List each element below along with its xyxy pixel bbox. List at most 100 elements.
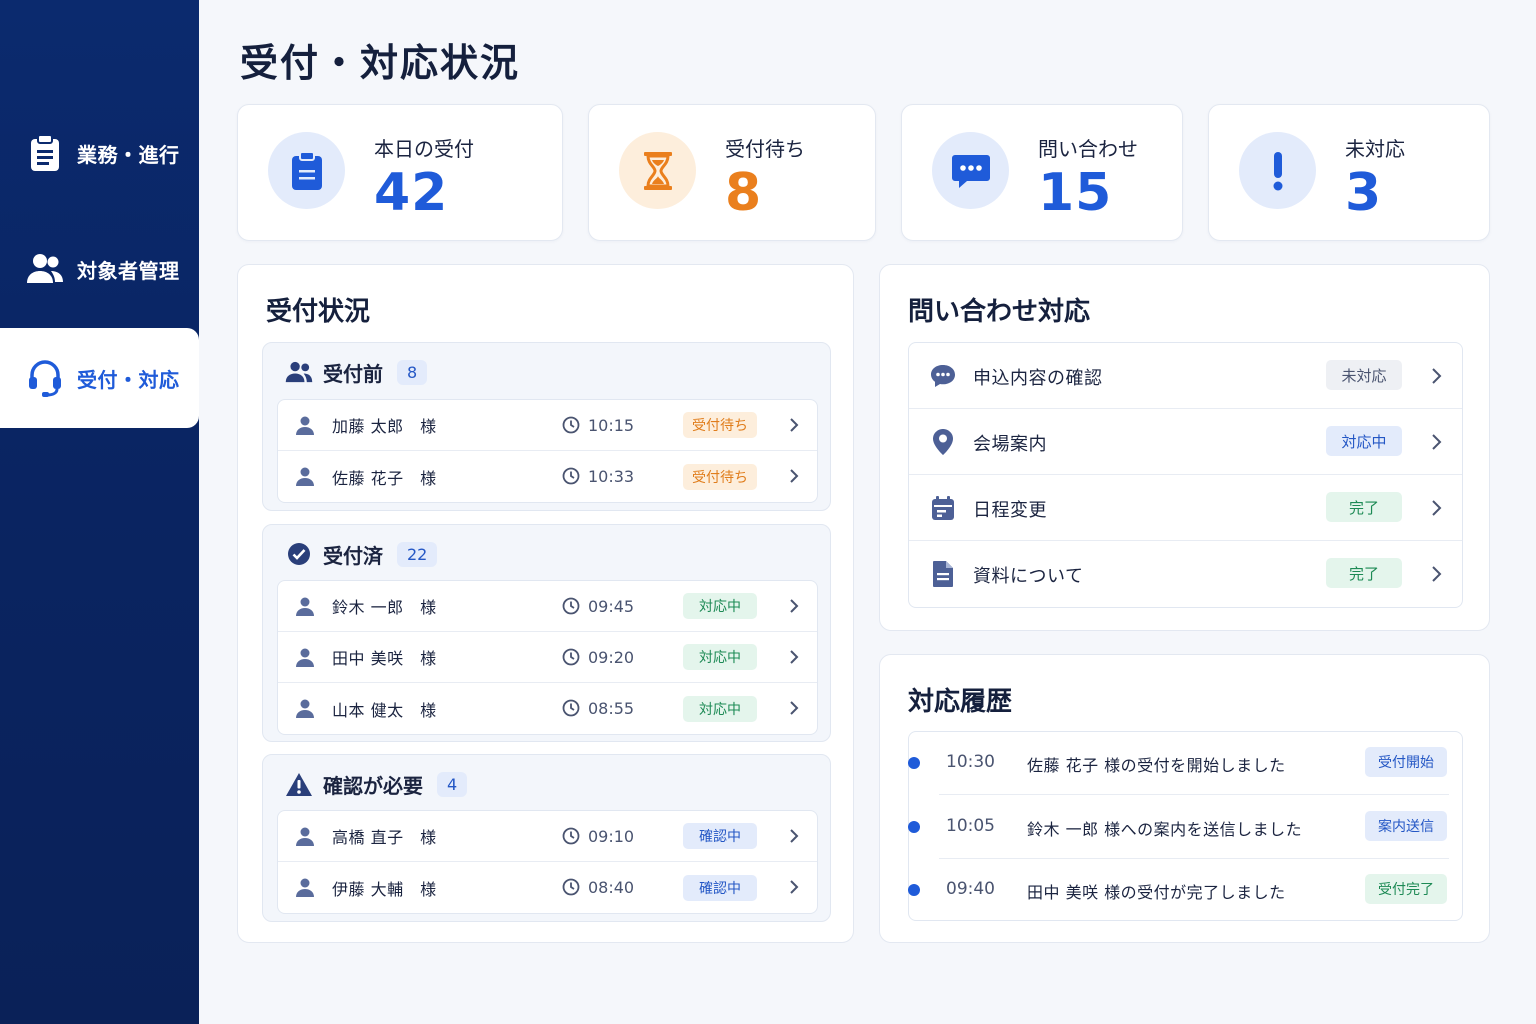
history-item[interactable]: 10:30 佐藤 花子 様の受付を開始しました 受付開始 — [908, 732, 1464, 794]
stat-value: 8 — [725, 163, 763, 223]
history-text: 鈴木 一郎 様への案内を送信しました — [1027, 820, 1303, 839]
person-icon — [296, 597, 314, 620]
status-badge: 受付待ち — [683, 463, 757, 490]
clock-icon — [562, 827, 580, 849]
reception-status-panel: 受付状況 受付前 8 加藤 太郎 様 10:15 受付待ち 佐藤 花子 様 10… — [237, 264, 854, 943]
status-badge: 対応中 — [1326, 426, 1402, 456]
reception-time: 08:40 — [588, 878, 635, 897]
chevron-right-icon[interactable] — [1431, 433, 1442, 455]
stat-value: 3 — [1345, 163, 1383, 223]
chevron-right-icon[interactable] — [789, 417, 799, 437]
document-icon — [929, 560, 957, 588]
page-title: 受付・対応状況 — [240, 41, 521, 85]
reception-time: 10:33 — [588, 467, 635, 486]
group-header[interactable]: 受付済 22 — [285, 539, 438, 569]
status-badge: 完了 — [1326, 558, 1402, 588]
panel-title: 問い合わせ対応 — [908, 297, 1091, 327]
clock-icon — [562, 416, 580, 438]
sidebar-item-reception[interactable]: 受付・対応 — [0, 328, 199, 428]
person-name: 鈴木 一郎 様 — [332, 598, 437, 617]
person-name: 高橋 直子 様 — [332, 828, 437, 847]
inquiry-list: 申込内容の確認 未対応 会場案内 対応中 日程変更 完了 資料について 完了 — [908, 342, 1463, 608]
stat-card-today[interactable]: 本日の受付 42 — [237, 104, 563, 241]
person-icon — [296, 467, 314, 490]
history-tag: 受付開始 — [1365, 747, 1447, 777]
chat-bubble-icon — [929, 362, 957, 390]
chevron-right-icon[interactable] — [789, 598, 799, 618]
table-row[interactable]: 高橋 直子 様 09:10 確認中 — [278, 811, 817, 862]
sidebar-item-target-management[interactable]: 対象者管理 — [0, 219, 199, 319]
stat-label: 本日の受付 — [374, 137, 474, 161]
group-rows: 加藤 太郎 様 10:15 受付待ち 佐藤 花子 様 10:33 受付待ち — [277, 399, 818, 503]
person-icon — [296, 699, 314, 722]
list-item[interactable]: 資料について 完了 — [909, 541, 1462, 607]
users-icon — [27, 251, 63, 287]
list-item[interactable]: 会場案内 対応中 — [909, 409, 1462, 475]
stat-value: 15 — [1038, 163, 1113, 223]
stat-label: 受付待ち — [725, 137, 805, 161]
person-name: 田中 美咲 様 — [332, 649, 437, 668]
timeline-dot — [908, 821, 920, 833]
reception-time: 08:55 — [588, 699, 635, 718]
warning-icon — [285, 770, 313, 798]
stat-card-unhandled[interactable]: 未対応 3 — [1208, 104, 1490, 241]
history-time: 10:30 — [946, 752, 995, 772]
history-item[interactable]: 10:05 鈴木 一郎 様への案内を送信しました 案内送信 — [908, 796, 1464, 858]
table-row[interactable]: 加藤 太郎 様 10:15 受付待ち — [278, 400, 817, 451]
person-icon — [296, 416, 314, 439]
table-row[interactable]: 鈴木 一郎 様 09:45 対応中 — [278, 581, 817, 632]
group-title: 受付前 — [323, 361, 383, 386]
chevron-right-icon[interactable] — [789, 828, 799, 848]
chevron-right-icon[interactable] — [1431, 565, 1442, 587]
stat-card-inquiries[interactable]: 問い合わせ 15 — [901, 104, 1183, 241]
table-row[interactable]: 田中 美咲 様 09:20 対応中 — [278, 632, 817, 683]
status-badge: 完了 — [1326, 492, 1402, 522]
chevron-right-icon[interactable] — [1431, 499, 1442, 521]
panel-title: 対応履歴 — [908, 687, 1013, 717]
table-row[interactable]: 佐藤 花子 様 10:33 受付待ち — [278, 451, 817, 502]
list-item[interactable]: 日程変更 完了 — [909, 475, 1462, 541]
inquiry-label: 資料について — [973, 566, 1084, 587]
group-title: 確認が必要 — [323, 773, 423, 798]
person-name: 山本 健太 様 — [332, 700, 437, 720]
status-badge: 対応中 — [683, 644, 757, 670]
history-item[interactable]: 09:40 田中 美咲 様の受付が完了しました 受付完了 — [908, 859, 1464, 921]
person-icon — [296, 827, 314, 850]
group-header[interactable]: 確認が必要 4 — [285, 769, 468, 799]
group-header[interactable]: 受付前 8 — [285, 357, 428, 387]
table-row[interactable]: 山本 健太 様 08:55 対応中 — [278, 683, 817, 734]
chevron-right-icon[interactable] — [789, 468, 799, 488]
panel-title: 受付状況 — [266, 297, 371, 327]
chat-icon — [932, 132, 1009, 209]
person-icon — [296, 878, 314, 901]
inquiry-label: 日程変更 — [973, 500, 1047, 521]
timeline-dot — [908, 757, 920, 769]
divider — [939, 794, 1449, 795]
stat-card-waiting[interactable]: 受付待ち 8 — [588, 104, 876, 241]
history-panel: 対応履歴 10:30 佐藤 花子 様の受付を開始しました 受付開始 10:05 … — [879, 654, 1490, 943]
table-row[interactable]: 伊藤 大輔 様 08:40 確認中 — [278, 862, 817, 913]
chevron-right-icon[interactable] — [1431, 367, 1442, 389]
person-name: 伊藤 大輔 様 — [332, 879, 437, 899]
clipboard-icon — [268, 132, 345, 209]
sidebar-item-business-progress[interactable]: 業務・進行 — [0, 103, 199, 203]
calendar-icon — [929, 494, 957, 522]
reception-time: 09:10 — [588, 826, 635, 846]
headset-icon — [27, 360, 63, 397]
chevron-right-icon[interactable] — [789, 700, 799, 720]
location-pin-icon — [929, 428, 957, 456]
chevron-right-icon[interactable] — [789, 879, 799, 899]
history-text: 田中 美咲 様の受付が完了しました — [1027, 883, 1286, 902]
check-circle-icon — [285, 540, 313, 568]
reception-time: 09:45 — [588, 596, 635, 616]
status-badge: 確認中 — [683, 823, 757, 849]
list-item[interactable]: 申込内容の確認 未対応 — [909, 343, 1462, 409]
chevron-right-icon[interactable] — [789, 649, 799, 669]
history-time: 09:40 — [946, 879, 995, 899]
clock-icon — [562, 648, 580, 670]
clock-icon — [562, 597, 580, 619]
group-title: 受付済 — [323, 543, 383, 568]
stat-label: 問い合わせ — [1038, 137, 1138, 161]
timeline-dot — [908, 884, 920, 896]
history-text: 佐藤 花子 様の受付を開始しました — [1027, 756, 1286, 775]
